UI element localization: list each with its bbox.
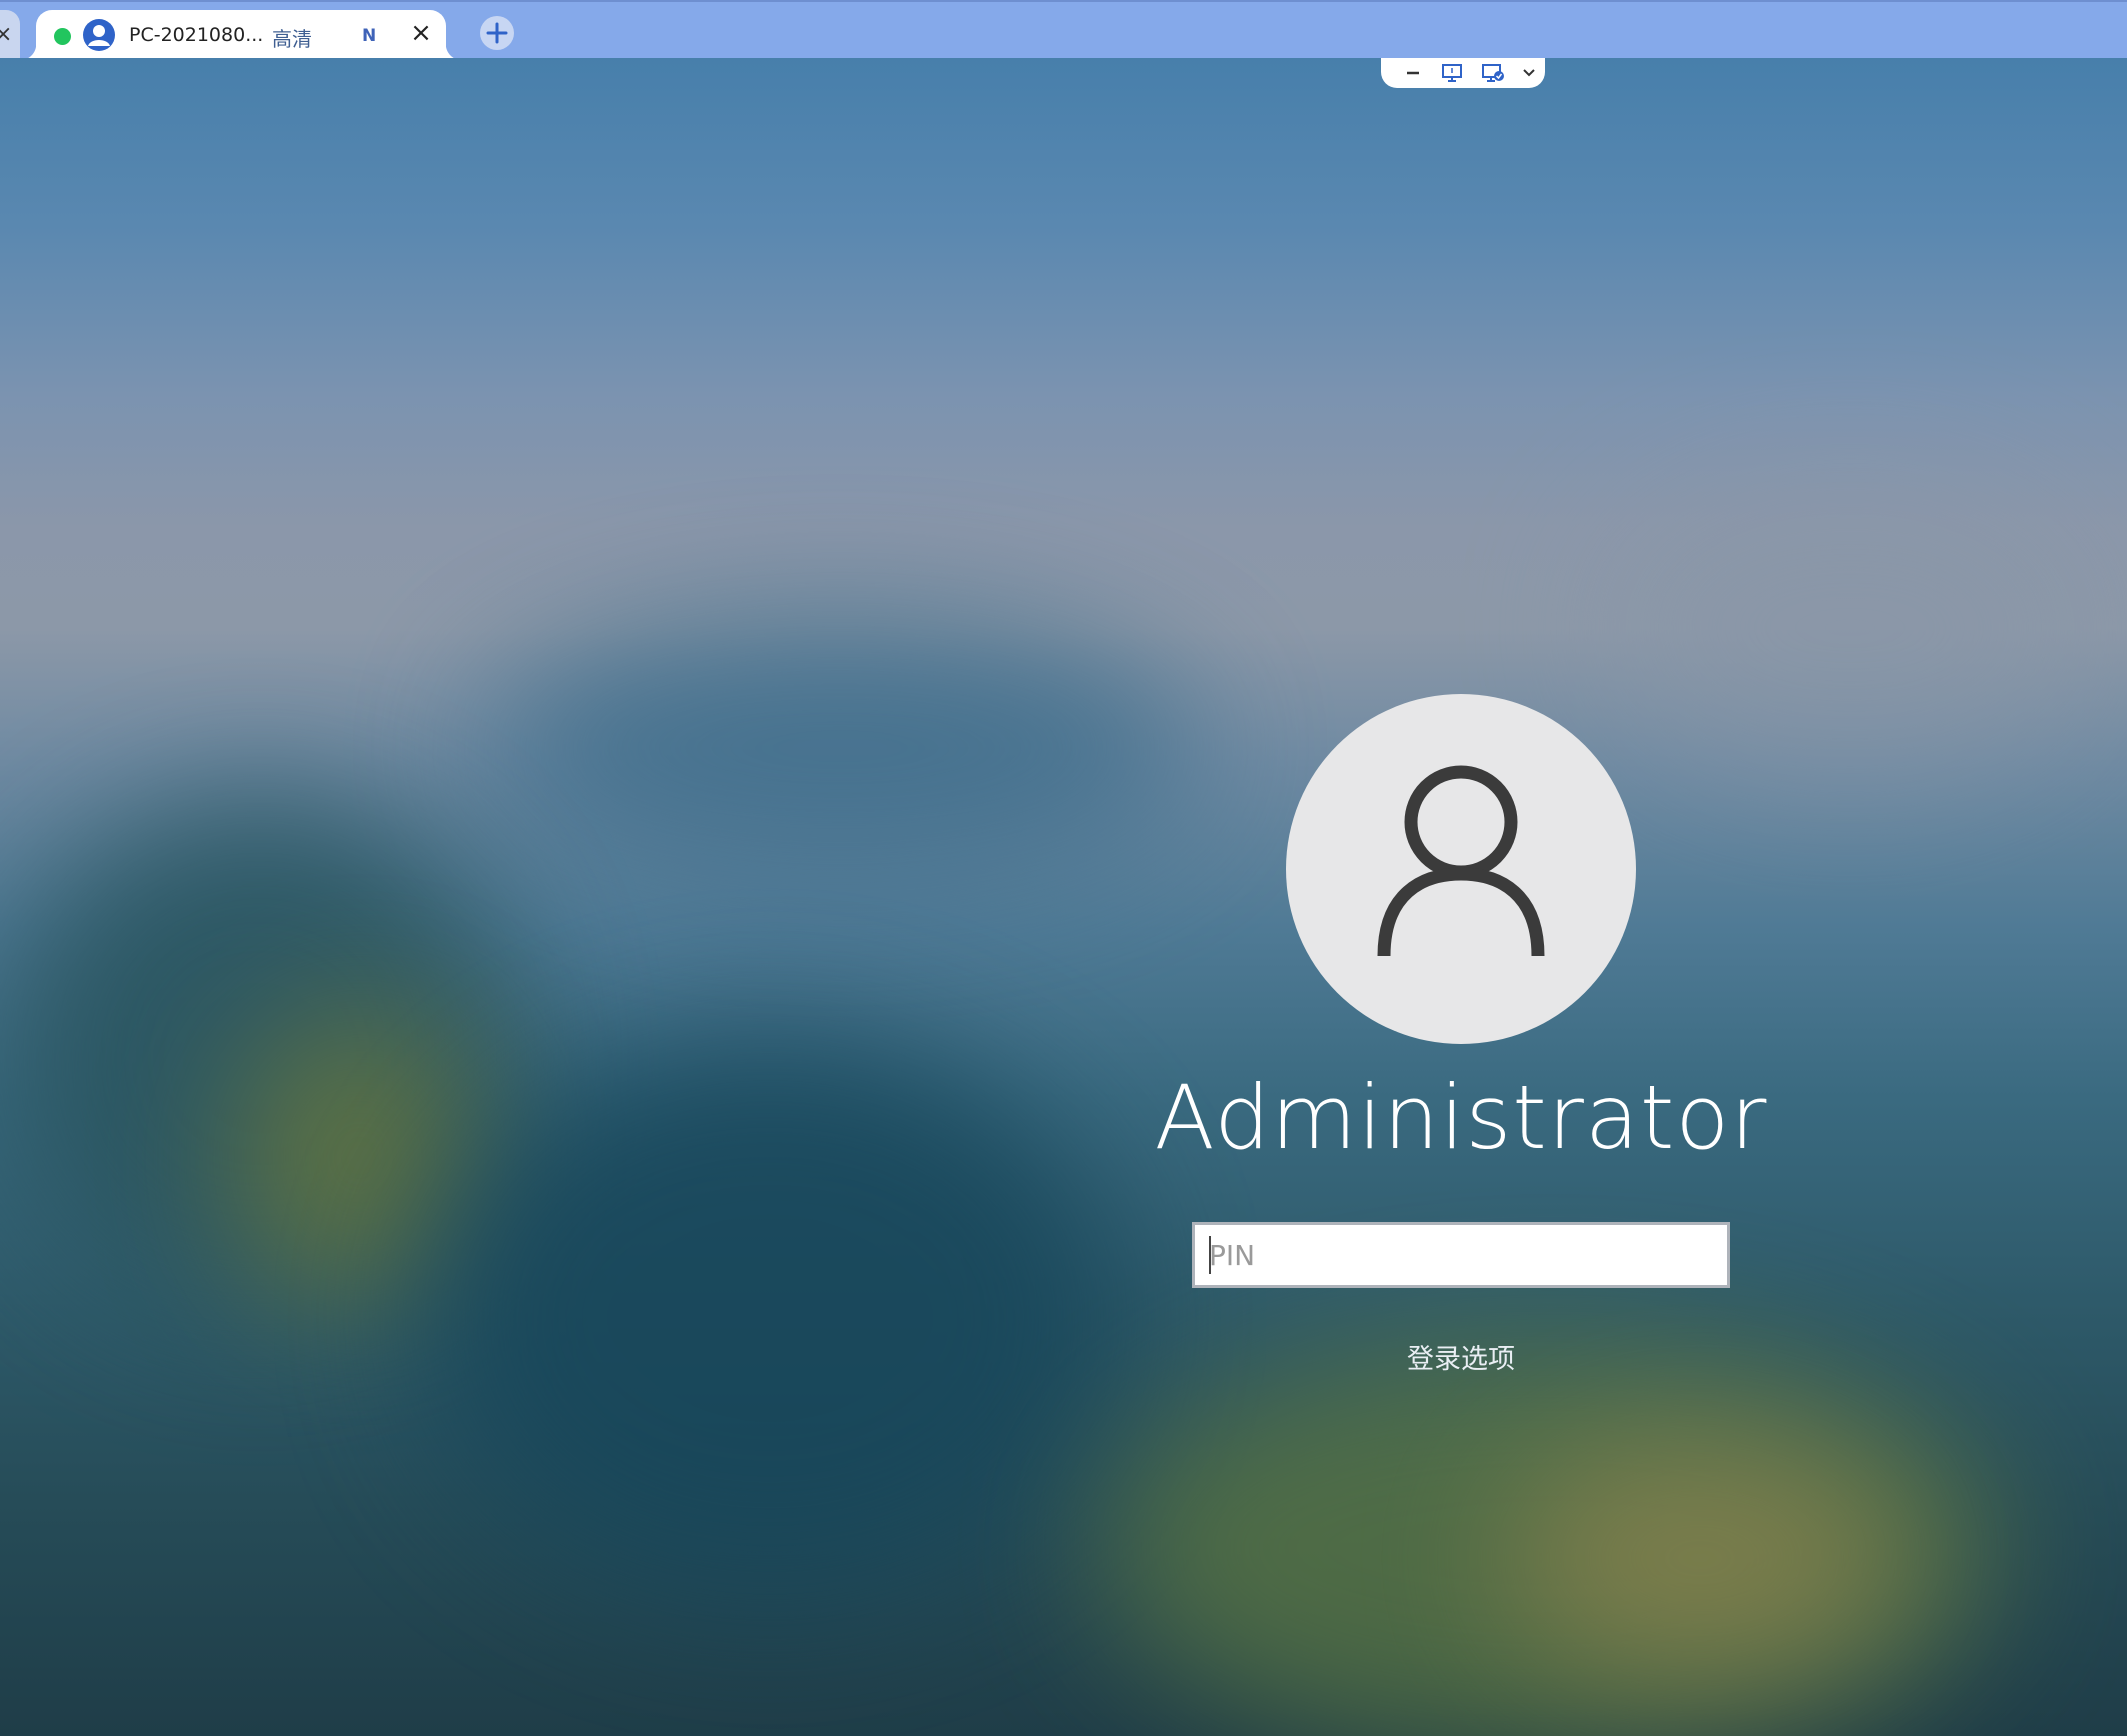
remote-desktop-screen (0, 58, 2127, 1736)
user-avatar (1286, 694, 1636, 1044)
minimize-icon (1407, 71, 1419, 75)
user-icon (1377, 765, 1545, 957)
minimize-button[interactable] (1399, 62, 1427, 84)
display-button[interactable] (1438, 62, 1466, 84)
wallpaper-water-shape (420, 1038, 1120, 1598)
plus-icon (486, 22, 508, 44)
wallpaper-mountain-shape (480, 618, 1200, 878)
previous-tab[interactable]: × (0, 10, 20, 60)
monitor-icon (1442, 64, 1462, 82)
connection-status-icon (54, 28, 71, 45)
user-avatar-icon (83, 19, 115, 51)
pin-input[interactable] (1192, 1222, 1730, 1288)
tab-title: PC-2021080... (129, 24, 264, 46)
remote-session-toolbar (1381, 58, 1545, 88)
active-tab[interactable]: PC-2021080... 高清 N × (20, 10, 462, 60)
tab-badge: N (362, 26, 377, 46)
sign-in-options-link[interactable]: 登录选项 (1361, 1337, 1561, 1376)
wallpaper-foliage-shape (1500, 1438, 1900, 1678)
screen-mode-button[interactable] (1479, 62, 1507, 84)
tab-bar: × PC-2021080... 高清 N × (0, 0, 2127, 60)
text-caret (1209, 1236, 1211, 1274)
tab-close-icon[interactable]: × (406, 18, 436, 48)
username-label: Administrator (1154, 1066, 1768, 1169)
monitor-check-icon (1482, 64, 1504, 82)
quality-label[interactable]: 高清 (272, 23, 312, 52)
more-options-button[interactable] (1515, 62, 1543, 84)
chevron-down-icon (1523, 69, 1535, 77)
wallpaper-haze-shape (1600, 478, 2100, 778)
previous-tab-close-icon[interactable]: × (0, 22, 12, 47)
new-tab-button[interactable] (480, 16, 514, 50)
